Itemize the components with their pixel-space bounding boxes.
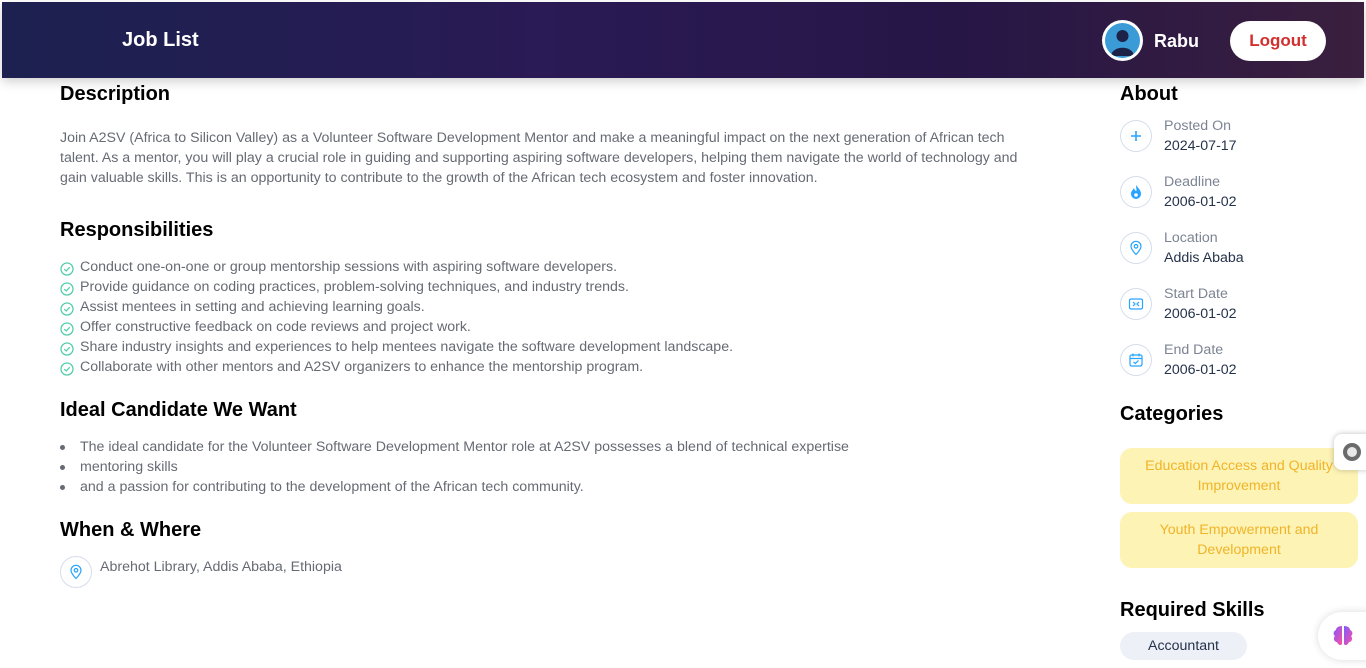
check-circle-icon	[60, 261, 74, 276]
ideal-candidate-text: and a passion for contributing to the de…	[80, 479, 584, 495]
about-start-date: Start Date 2006-01-02	[1120, 286, 1340, 330]
list-item: Offer constructive feedback on code revi…	[60, 317, 733, 337]
ideal-candidate-heading: Ideal Candidate We Want	[60, 399, 297, 421]
bullet-icon	[60, 464, 65, 470]
list-item: Assist mentees in setting and achieving …	[60, 297, 733, 317]
ideal-candidate-list: The ideal candidate for the Volunteer So…	[60, 437, 849, 497]
check-circle-icon	[60, 281, 74, 296]
check-circle-icon	[60, 301, 74, 316]
skill-tag: Accountant	[1120, 632, 1247, 660]
list-item: Provide guidance on coding practices, pr…	[60, 277, 733, 297]
ideal-candidate-text: mentoring skills	[80, 459, 178, 475]
list-item: Conduct one-on-one or group mentorship s…	[60, 257, 733, 277]
description-text: Join A2SV (Africa to Silicon Valley) as …	[60, 130, 1018, 186]
check-circle-icon	[60, 341, 74, 356]
check-circle-icon	[60, 321, 74, 336]
floating-widget-button[interactable]	[1334, 434, 1366, 470]
categories-heading: Categories	[1120, 403, 1224, 425]
check-circle-icon	[60, 361, 74, 376]
when-where-heading: When & Where	[60, 519, 202, 541]
ai-assistant-button[interactable]	[1318, 612, 1366, 660]
responsibility-text: Conduct one-on-one or group mentorship s…	[80, 259, 618, 275]
user-avatar[interactable]	[1102, 20, 1143, 61]
list-item: mentoring skills	[60, 457, 849, 477]
responsibilities-heading: Responsibilities	[60, 219, 214, 241]
start-date-icon	[1120, 288, 1152, 320]
about-label: Posted On	[1164, 118, 1232, 134]
location-pin-icon	[60, 556, 92, 588]
list-item: Share industry insights and experiences …	[60, 337, 733, 357]
location-pin-icon	[1120, 232, 1152, 264]
about-label: Deadline	[1164, 174, 1221, 190]
about-label: Start Date	[1164, 286, 1228, 302]
category-tag: Education Access and Quality Improvement	[1120, 448, 1358, 504]
about-value: 2006-01-02	[1164, 306, 1237, 322]
list-item: and a passion for contributing to the de…	[60, 477, 849, 497]
description-heading: Description	[60, 83, 171, 105]
responsibility-text: Offer constructive feedback on code revi…	[80, 319, 471, 335]
top-navbar: Job List Rabu Logout	[2, 2, 1364, 78]
responsibility-text: Provide guidance on coding practices, pr…	[80, 279, 629, 295]
calendar-check-icon	[1120, 344, 1152, 376]
about-posted-on: Posted On 2024-07-17	[1120, 118, 1340, 162]
user-avatar-icon	[1111, 30, 1134, 56]
username: Rabu	[1154, 31, 1199, 51]
responsibility-text: Assist mentees in setting and achieving …	[80, 299, 425, 315]
about-value: 2006-01-02	[1164, 362, 1237, 378]
about-heading: About	[1120, 83, 1178, 105]
ideal-candidate-text: The ideal candidate for the Volunteer So…	[80, 439, 849, 455]
about-value: 2024-07-17	[1164, 138, 1237, 154]
about-deadline: Deadline 2006-01-02	[1120, 174, 1340, 218]
about-value: Addis Ababa	[1164, 250, 1244, 266]
logout-button[interactable]: Logout	[1230, 21, 1326, 61]
fire-icon	[1120, 176, 1152, 208]
list-item: The ideal candidate for the Volunteer So…	[60, 437, 849, 457]
brain-icon	[1333, 626, 1353, 646]
about-label: End Date	[1164, 342, 1224, 358]
event-location: Abrehot Library, Addis Ababa, Ethiopia	[100, 559, 342, 575]
extension-icon	[1343, 443, 1361, 461]
about-value: 2006-01-02	[1164, 194, 1237, 210]
bullet-icon	[60, 484, 65, 490]
page-title: Job List	[122, 29, 199, 51]
responsibility-text: Collaborate with other mentors and A2SV …	[80, 359, 644, 375]
plus-circle-icon	[1120, 120, 1152, 152]
category-tag: Youth Empowerment and Development	[1120, 512, 1358, 568]
list-item: Collaborate with other mentors and A2SV …	[60, 357, 733, 377]
responsibilities-list: Conduct one-on-one or group mentorship s…	[60, 257, 733, 377]
about-label: Location	[1164, 230, 1218, 246]
about-location: Location Addis Ababa	[1120, 230, 1340, 274]
bullet-icon	[60, 444, 65, 450]
about-end-date: End Date 2006-01-02	[1120, 342, 1340, 386]
required-skills-heading: Required Skills	[1120, 599, 1265, 621]
responsibility-text: Share industry insights and experiences …	[80, 339, 734, 355]
